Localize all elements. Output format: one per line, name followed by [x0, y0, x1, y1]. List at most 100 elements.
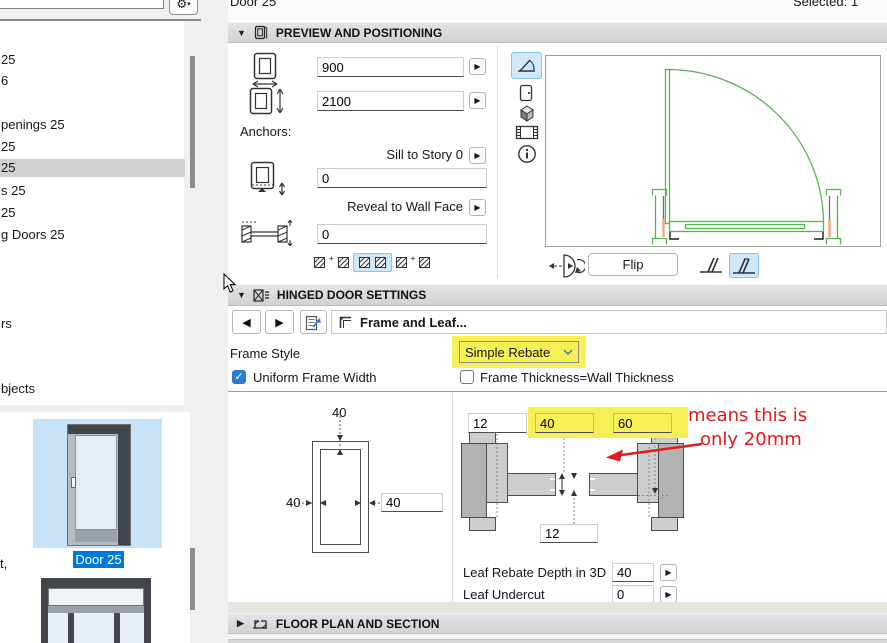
- tree-item[interactable]: 25: [0, 51, 15, 69]
- preview-strip-button[interactable]: [514, 124, 540, 141]
- leaf-rebate-options-button[interactable]: ▶: [660, 564, 677, 581]
- leaf-undercut-options-button[interactable]: ▶: [660, 586, 677, 603]
- next-door-thumbnail[interactable]: [41, 578, 151, 643]
- section-title: HINGED DOOR SETTINGS: [276, 288, 427, 302]
- next-panel-button[interactable]: ▶: [265, 310, 294, 334]
- leaf-rebate-input[interactable]: [612, 563, 654, 582]
- mouse-cursor: [223, 273, 237, 294]
- frame-thickness-input[interactable]: [613, 413, 672, 433]
- tree-item[interactable]: 25: [0, 138, 15, 156]
- door-panel-icon: [253, 25, 269, 40]
- clipped-thumbnail-text: t,: [0, 556, 8, 571]
- anchor-center2-icon[interactable]: [374, 257, 386, 268]
- tree-item[interactable]: s 25: [0, 182, 26, 200]
- anchor-right-icon[interactable]: [395, 257, 407, 268]
- sill-anchor-menu-button[interactable]: ▶: [469, 147, 486, 164]
- frame-thickness-checkbox[interactable]: [460, 370, 474, 384]
- preview-canvas: [545, 55, 881, 247]
- thumbnail-scrollbar-thumb[interactable]: [190, 548, 195, 610]
- anchor-left-icon[interactable]: [314, 257, 325, 268]
- chevron-down-icon: [563, 349, 573, 356]
- swing-left-icon: [698, 255, 724, 275]
- main-panel-bg: [228, 0, 887, 22]
- annotation-line1: means this is: [688, 405, 808, 426]
- plus-mark: +: [329, 254, 334, 263]
- info-icon: [517, 144, 537, 164]
- annotation-line2: only 20mm: [700, 429, 802, 450]
- hinged-door-settings-header[interactable]: ▼ HINGED DOOR SETTINGS: [228, 284, 887, 306]
- door-elevation-icon: [519, 84, 533, 102]
- panel-tab-bar[interactable]: Frame and Leaf...: [331, 310, 887, 334]
- tree-item[interactable]: bjects: [0, 380, 35, 398]
- 3d-view-button[interactable]: [516, 103, 538, 123]
- tree-item[interactable]: 6: [0, 72, 8, 90]
- elevation-view-button[interactable]: [517, 83, 535, 102]
- tree-item[interactable]: 25: [0, 204, 15, 222]
- swing-left-toggle[interactable]: [697, 253, 725, 276]
- next-section-header-partial[interactable]: [228, 639, 887, 643]
- door-width-input[interactable]: [317, 57, 464, 77]
- front-dim-lines: [280, 402, 450, 560]
- reveal-anchor-menu-button[interactable]: ▶: [469, 199, 486, 216]
- frame-depth-input[interactable]: [535, 413, 594, 433]
- reveal-anchor-label[interactable]: Reveal to Wall Face: [317, 199, 463, 214]
- frame-style-select[interactable]: Simple Rebate: [459, 341, 579, 363]
- previous-panel-button[interactable]: ◀: [232, 310, 261, 334]
- column-divider: [497, 46, 498, 278]
- door-height-options-button[interactable]: ▶: [469, 92, 486, 109]
- tree-item[interactable]: g Doors 25: [0, 226, 65, 244]
- collapse-triangle-icon: ▼: [237, 27, 246, 38]
- panel-list-button[interactable]: [300, 310, 327, 334]
- swing-right-toggle[interactable]: [729, 253, 759, 278]
- anchors-label: Anchors:: [240, 124, 292, 139]
- document-arrow-icon: [305, 314, 322, 331]
- plus-mark: +: [410, 254, 416, 263]
- anchor-point-row: + +: [314, 253, 431, 272]
- plan-view-button[interactable]: [511, 52, 542, 79]
- tree-item[interactable]: penings 25: [0, 116, 65, 134]
- folder-view-button[interactable]: ⚙▾: [169, 0, 198, 15]
- front-top-dim: 40: [332, 405, 347, 420]
- floor-plan-icon: [251, 617, 269, 630]
- panel-tab-label: Frame and Leaf...: [360, 314, 467, 330]
- door-plan-drawing: [651, 68, 842, 245]
- anchor-center-icon[interactable]: [358, 257, 370, 268]
- door-height-icon: [247, 86, 285, 118]
- info-button[interactable]: [516, 143, 538, 165]
- anchor-left2-icon[interactable]: [337, 257, 349, 268]
- door-thumbnail-selected[interactable]: [33, 419, 162, 548]
- frame-style-value: Simple Rebate: [465, 344, 551, 360]
- tree-item-selected[interactable]: 25: [0, 159, 185, 177]
- anchor-right2-icon[interactable]: [419, 257, 431, 268]
- reveal-value-input[interactable]: [317, 224, 487, 244]
- cube-3d-icon: [517, 104, 537, 123]
- library-tree-panel: [0, 21, 184, 405]
- tree-scrollbar-thumb[interactable]: [190, 56, 195, 188]
- anchor-center-selected[interactable]: [352, 253, 392, 272]
- expand-triangle-icon: ▶: [237, 618, 244, 628]
- section-gap-strip: [228, 602, 887, 613]
- door-height-input[interactable]: [317, 91, 464, 111]
- front-left-dim: 40: [286, 495, 301, 510]
- uniform-frame-width-checkbox[interactable]: ✓: [232, 370, 246, 384]
- search-input[interactable]: [0, 0, 164, 9]
- door-width-options-button[interactable]: ▶: [469, 58, 486, 75]
- floor-plan-section-header[interactable]: ▶ FLOOR PLAN AND SECTION: [228, 613, 887, 634]
- film-strip-icon: [515, 125, 539, 140]
- frame-width-input[interactable]: [381, 493, 443, 512]
- door-width-icon: [247, 52, 285, 88]
- sill-anchor-label[interactable]: Sill to Story 0: [317, 147, 463, 162]
- plan-view-icon: [516, 57, 537, 74]
- tree-item[interactable]: rs: [0, 315, 12, 333]
- selection-title: Door 25: [230, 0, 277, 9]
- gap-size-input[interactable]: [540, 524, 598, 543]
- preview-positioning-header[interactable]: ▼ PREVIEW AND POSITIONING: [228, 22, 887, 43]
- sill-height-icon: [246, 161, 290, 199]
- frame-overhang-input[interactable]: [468, 413, 527, 433]
- swing-right-icon: [731, 256, 757, 276]
- door-settings-dialog: ⚙▾ 25 6 penings 25 25 25 s 25 25 g Doors…: [0, 0, 887, 643]
- thumbnail-name-selected[interactable]: Door 25: [73, 551, 124, 568]
- reveal-depth-icon: [238, 218, 294, 248]
- flip-button[interactable]: Flip: [588, 253, 678, 276]
- sill-value-input[interactable]: [317, 168, 487, 188]
